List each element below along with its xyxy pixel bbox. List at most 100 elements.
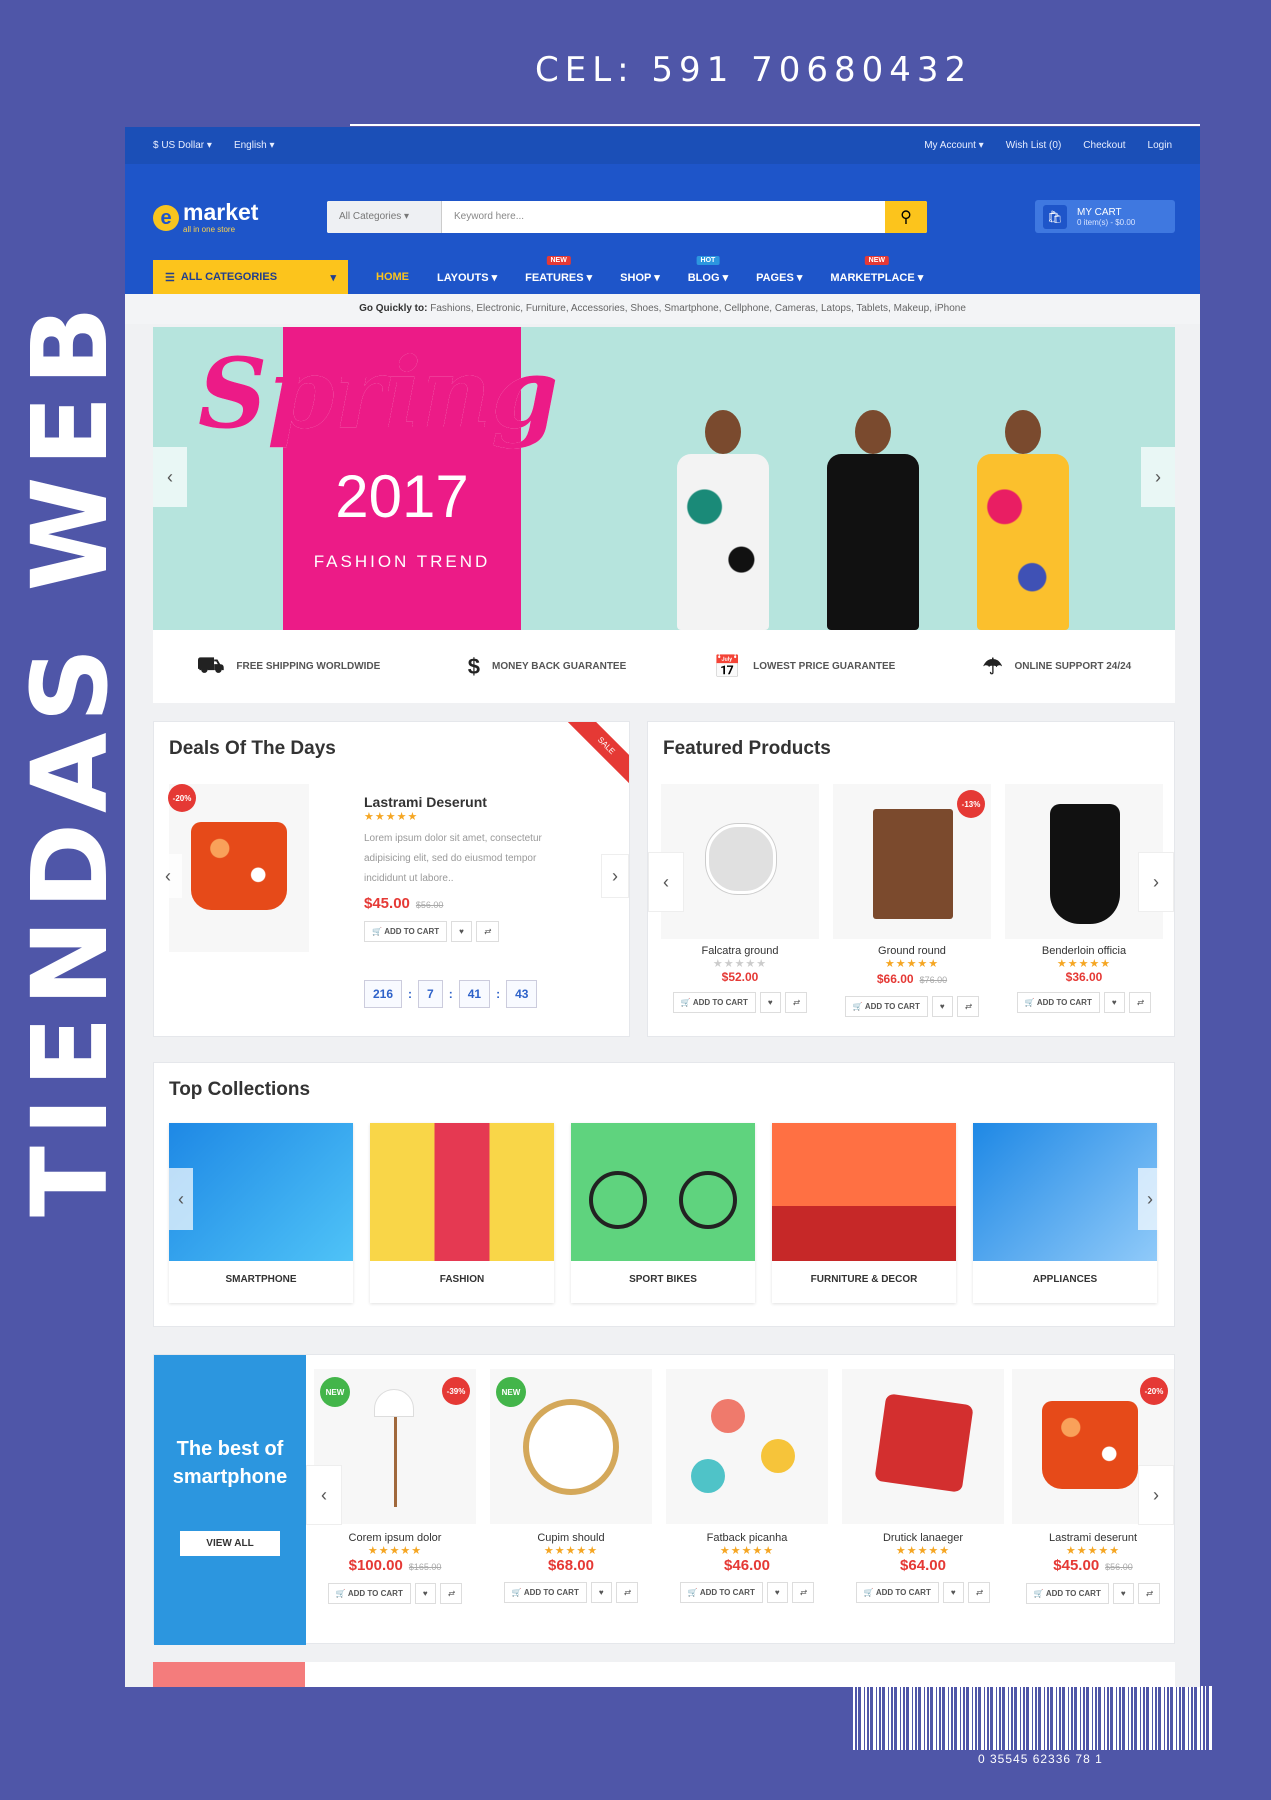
product-name: Drutick lanaeger [882, 1532, 964, 1544]
checkout-link[interactable]: Checkout [1083, 140, 1125, 151]
compare-button[interactable]: ⇄ [1128, 992, 1152, 1013]
search-input[interactable]: Keyword here... [442, 201, 885, 233]
hero-tagline: FASHION TREND [313, 552, 491, 571]
deals-next-button[interactable]: › [601, 854, 629, 898]
quick-links-list[interactable]: Fashions, Electronic, Furniture, Accesso… [430, 303, 966, 314]
add-to-cart-button[interactable]: 🛒 ADD TO CART [503, 1582, 587, 1603]
add-to-cart-label: ADD TO CART [1036, 998, 1092, 1007]
featured-prev-button[interactable]: ‹ [648, 852, 684, 912]
wishlist-button[interactable]: ♥ [942, 1582, 964, 1603]
collection-card[interactable]: FASHION [370, 1123, 554, 1303]
search-category-select[interactable]: All Categories ▾ [327, 201, 442, 233]
language-selector[interactable]: English ▾ [234, 140, 275, 151]
compare-button[interactable]: ⇄ [1137, 1583, 1161, 1604]
deal-info: Lastrami Deserunt ★★★★★ Lorem ipsum dolo… [364, 794, 574, 942]
product-card[interactable]: Falcatra ground ★★★★★ $52.00 🛒 ADD TO CA… [661, 784, 819, 1019]
wishlist-button[interactable]: ♥ [931, 996, 953, 1017]
wishlist-button[interactable]: ♥ [590, 1582, 612, 1603]
add-to-cart-button[interactable]: 🛒 ADD TO CART [844, 996, 928, 1017]
collection-card[interactable]: FURNITURE & DECOR [772, 1123, 956, 1303]
hero-banner[interactable]: Spring 2017 FASHION TREND ‹ › [153, 327, 1175, 630]
bestphone-prev-button[interactable]: ‹ [306, 1465, 342, 1525]
wishlist-button[interactable]: ♥ [766, 1582, 788, 1603]
my-account-link[interactable]: My Account ▾ [924, 140, 984, 151]
collection-card[interactable]: SMARTPHONE [169, 1123, 353, 1303]
add-to-cart-button[interactable]: 🛒 ADD TO CART [672, 992, 756, 1013]
model-image [973, 410, 1073, 630]
collections-prev-button[interactable]: ‹ [169, 1168, 193, 1230]
umbrella-icon: ☂ [982, 653, 1003, 679]
main-nav: ☰ ALL CATEGORIES ▾ HOME LAYOUTS ▾ NEW FEA… [125, 254, 1200, 294]
add-to-cart-label: ADD TO CART [692, 998, 748, 1007]
chevron-down-icon: ▾ [330, 271, 336, 284]
wishlist-button[interactable]: ♥ [1103, 992, 1125, 1013]
compare-button[interactable]: ⇄ [615, 1582, 639, 1603]
logo[interactable]: e market all in one store [153, 201, 258, 234]
featured-next-button[interactable]: › [1138, 852, 1174, 912]
bestphone-next-button[interactable]: › [1138, 1465, 1174, 1525]
nav-marketplace[interactable]: NEW MARKETPLACE ▾ [830, 255, 923, 284]
compare-button[interactable]: ⇄ [475, 921, 499, 942]
compare-icon: ⇄ [1145, 1589, 1153, 1598]
add-to-cart-label: ADD TO CART [699, 1588, 755, 1597]
add-to-cart-button[interactable]: 🛒 ADD TO CART [364, 921, 448, 942]
compare-button[interactable]: ⇄ [439, 1583, 463, 1604]
compare-button[interactable]: ⇄ [956, 996, 980, 1017]
cart-button[interactable]: 🛍 MY CART 0 item(s) - $0.00 [1035, 200, 1175, 233]
service-item: 📅 LOWEST PRICE GUARANTEE [714, 654, 896, 680]
add-to-cart-button[interactable]: 🛒 ADD TO CART [855, 1582, 939, 1603]
cart-summary: 0 item(s) - $0.00 [1077, 217, 1136, 227]
deal-product-name[interactable]: Lastrami Deserunt [364, 794, 574, 810]
collection-card[interactable]: SPORT BIKES [571, 1123, 755, 1303]
sale-ribbon: SALE [567, 722, 629, 785]
nav-features[interactable]: NEW FEATURES ▾ [525, 255, 592, 284]
compare-button[interactable]: ⇄ [784, 992, 808, 1013]
product-card[interactable]: NEW Cupim should ★★★★★ $68.00 🛒 ADD TO C… [490, 1369, 652, 1634]
all-categories-label: ALL CATEGORIES [180, 271, 278, 283]
add-to-cart-label: ADD TO CART [1045, 1589, 1101, 1598]
collections-next-button[interactable]: › [1138, 1168, 1162, 1230]
add-to-cart-button[interactable]: 🛒 ADD TO CART [327, 1583, 411, 1604]
hero-prev-button[interactable]: ‹ [153, 447, 187, 507]
wishlist-button[interactable]: ♥ [1112, 1583, 1134, 1604]
product-card[interactable]: Drutick lanaeger ★★★★★ $64.00 🛒 ADD TO C… [842, 1369, 1004, 1634]
product-old-price: $56.00 [1105, 1562, 1133, 1572]
collection-card[interactable]: APPLIANCES [973, 1123, 1157, 1303]
product-card[interactable]: -13% Ground round ★★★★★ $66.00 $76.00 🛒 A… [833, 784, 991, 1019]
view-all-button[interactable]: VIEW ALL [180, 1531, 280, 1556]
product-name: Lastrami deserunt [1048, 1532, 1138, 1544]
add-to-cart-button[interactable]: 🛒 ADD TO CART [679, 1582, 763, 1603]
add-to-cart-button[interactable]: 🛒 ADD TO CART [1025, 1583, 1109, 1604]
nav-pages[interactable]: PAGES ▾ [756, 271, 802, 284]
nav-blog[interactable]: HOT BLOG ▾ [688, 255, 728, 284]
hero-next-button[interactable]: › [1141, 447, 1175, 507]
all-categories-button[interactable]: ☰ ALL CATEGORIES ▾ [153, 260, 348, 294]
nav-shop[interactable]: SHOP ▾ [620, 271, 660, 284]
product-old-price: $76.00 [919, 975, 948, 985]
deals-prev-button[interactable]: ‹ [154, 854, 182, 898]
login-link[interactable]: Login [1148, 140, 1172, 151]
search-button[interactable]: ⚲ [885, 201, 927, 233]
wishlist-button[interactable]: ♥ [414, 1583, 436, 1604]
compare-button[interactable]: ⇄ [791, 1582, 815, 1603]
currency-selector[interactable]: $ US Dollar ▾ [153, 140, 212, 151]
compare-button[interactable]: ⇄ [967, 1582, 991, 1603]
nav-home[interactable]: HOME [376, 271, 409, 284]
dollar-icon: $ [467, 653, 480, 679]
product-name: Fatback picanha [706, 1532, 788, 1544]
wishlist-button[interactable]: ♥ [759, 992, 781, 1013]
product-card[interactable]: Fatback picanha ★★★★★ $46.00 🛒 ADD TO CA… [666, 1369, 828, 1634]
product-actions: 🛒 ADD TO CART ♥ ⇄ [666, 1582, 828, 1603]
add-to-cart-label: ADD TO CART [523, 1588, 579, 1597]
add-to-cart-label: ADD TO CART [384, 927, 440, 936]
wishlist-button[interactable]: ♥ [451, 921, 472, 942]
wish-list-link[interactable]: Wish List (0) [1006, 140, 1062, 151]
quick-links: Go Quickly to: Fashions, Electronic, Fur… [125, 294, 1200, 324]
chevron-right-icon: › [1155, 466, 1161, 487]
nav-shop-label: SHOP ▾ [620, 271, 660, 284]
chevron-left-icon: ‹ [321, 1484, 327, 1505]
add-to-cart-label: ADD TO CART [347, 1589, 403, 1598]
chevron-right-icon: › [1147, 1188, 1153, 1209]
nav-layouts[interactable]: LAYOUTS ▾ [437, 271, 497, 284]
add-to-cart-button[interactable]: 🛒 ADD TO CART [1016, 992, 1100, 1013]
